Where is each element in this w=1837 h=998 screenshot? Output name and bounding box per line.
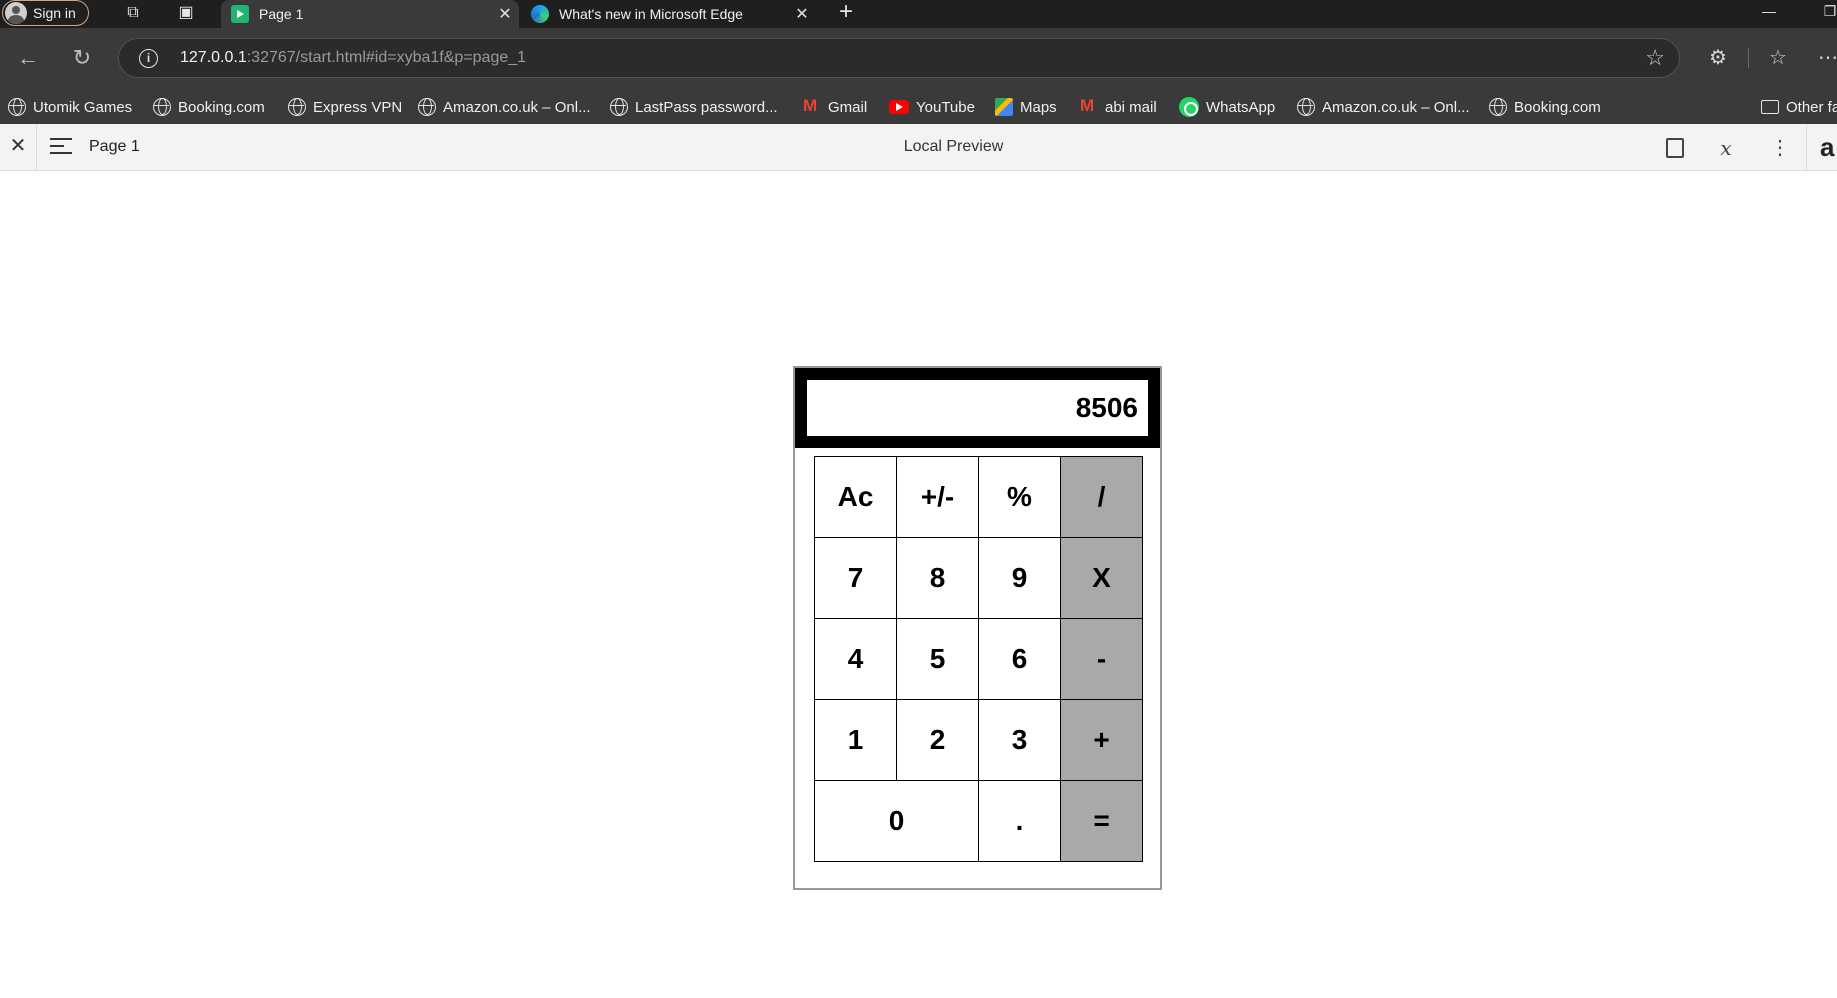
digit-7-button[interactable]: 7: [815, 538, 897, 619]
extensions-icon[interactable]: ⚙: [1702, 42, 1734, 74]
back-arrow-icon[interactable]: ←: [12, 42, 44, 74]
calculator: 8506 Ac +/- % / 7 8 9 X 4 5 6 - 1 2 3 + …: [793, 366, 1162, 890]
edge-logo-icon: [531, 5, 549, 23]
bookmark-label: Utomik Games: [33, 98, 133, 116]
bookmark-item[interactable]: Utomik Games: [8, 97, 132, 117]
bookmarks-bar: Utomik Games Booking.com Express VPN Ama…: [0, 90, 1837, 124]
toolbar-separator: [1748, 48, 1749, 68]
digit-6-button[interactable]: 6: [979, 619, 1061, 700]
avatar-icon: [5, 2, 27, 24]
calculator-display: 8506: [807, 380, 1148, 436]
bookmark-item[interactable]: Booking.com: [1489, 97, 1601, 117]
calculator-screen-frame: 8506: [795, 368, 1160, 448]
minimize-icon[interactable]: —: [1749, 0, 1789, 28]
bookmark-item[interactable]: Booking.com: [153, 97, 265, 117]
sign-in-button[interactable]: Sign in: [2, 0, 89, 26]
bookmark-label: Amazon.co.uk – Onl...: [1322, 98, 1470, 116]
sign-in-label: Sign in: [33, 5, 76, 21]
equals-button[interactable]: =: [1061, 781, 1143, 862]
bookmark-label: Express VPN: [313, 98, 403, 116]
preview-header: ✕ Page 1 Local Preview x ⋮ a: [0, 124, 1837, 171]
page-favicon-icon: [231, 5, 249, 23]
browser-toolbar: ← ↻ i 127.0.0.1:32767/start.html#id=xyba…: [0, 28, 1837, 90]
favorites-icon[interactable]: ☆: [1762, 42, 1794, 74]
bookmark-item[interactable]: abi mail: [1080, 96, 1157, 117]
bookmark-label: LastPass password...: [635, 98, 778, 116]
tab-strip: Sign in ⧉ ▣ Page 1 ✕ What's new in Micro…: [0, 0, 1837, 28]
maps-icon: [995, 98, 1013, 116]
gmail-icon: [1080, 96, 1098, 116]
bookmark-item[interactable]: Maps: [995, 97, 1057, 117]
favorite-star-icon[interactable]: ☆: [1645, 45, 1665, 71]
more-options-icon[interactable]: ⋮: [1768, 136, 1792, 160]
digit-1-button[interactable]: 1: [815, 700, 897, 781]
panel-divider: [1806, 124, 1807, 171]
formula-icon[interactable]: x: [1714, 136, 1738, 160]
plus-button[interactable]: +: [1061, 700, 1143, 781]
globe-icon: [8, 98, 26, 116]
bookmark-label: Booking.com: [178, 98, 265, 116]
digit-3-button[interactable]: 3: [979, 700, 1061, 781]
tab-whats-new[interactable]: What's new in Microsoft Edge ✕: [521, 0, 816, 28]
globe-icon: [1297, 98, 1315, 116]
tab-page-1[interactable]: Page 1 ✕: [221, 0, 519, 28]
bookmark-label: Amazon.co.uk – Onl...: [443, 98, 591, 116]
more-menu-icon[interactable]: ⋯: [1812, 42, 1837, 74]
bookmark-item[interactable]: Gmail: [803, 96, 868, 117]
bookmark-item[interactable]: YouTube: [889, 97, 975, 117]
tab-title: Page 1: [259, 6, 304, 22]
digit-9-button[interactable]: 9: [979, 538, 1061, 619]
divide-button[interactable]: /: [1061, 457, 1143, 538]
decimal-button[interactable]: .: [979, 781, 1061, 862]
workspaces-icon[interactable]: ⧉: [122, 2, 144, 24]
digit-0-button[interactable]: 0: [815, 781, 979, 862]
ac-button[interactable]: Ac: [815, 457, 897, 538]
document-icon[interactable]: [1666, 138, 1684, 158]
bookmark-label: YouTube: [916, 98, 975, 116]
gmail-icon: [803, 96, 821, 116]
maximize-icon[interactable]: ❐: [1810, 0, 1837, 28]
bookmark-item[interactable]: LastPass password...: [610, 97, 778, 117]
digit-2-button[interactable]: 2: [897, 700, 979, 781]
bookmark-item[interactable]: Amazon.co.uk – Onl...: [418, 97, 591, 117]
bookmark-label: WhatsApp: [1206, 98, 1276, 116]
new-tab-icon[interactable]: +: [832, 0, 860, 28]
bookmark-item[interactable]: Express VPN: [288, 97, 402, 117]
globe-icon: [1489, 98, 1507, 116]
digit-5-button[interactable]: 5: [897, 619, 979, 700]
youtube-icon: [889, 100, 909, 114]
tab-title: What's new in Microsoft Edge: [559, 6, 743, 22]
other-favorites[interactable]: Other fa: [1761, 97, 1837, 117]
whatsapp-icon: [1179, 97, 1199, 117]
close-tab-icon[interactable]: ✕: [788, 4, 816, 24]
globe-icon: [153, 98, 171, 116]
site-info-icon[interactable]: i: [139, 49, 158, 68]
bookmark-label: Gmail: [828, 98, 868, 116]
bookmark-label: Maps: [1020, 98, 1057, 116]
bookmark-label: Booking.com: [1514, 98, 1601, 116]
globe-icon: [610, 98, 628, 116]
url-text[interactable]: 127.0.0.1:32767/start.html#id=xyba1f&p=p…: [180, 49, 526, 67]
panel-letter-icon[interactable]: a: [1820, 132, 1834, 163]
folder-icon: [1761, 100, 1779, 114]
refresh-icon[interactable]: ↻: [66, 42, 98, 74]
digit-8-button[interactable]: 8: [897, 538, 979, 619]
calculator-keypad: Ac +/- % / 7 8 9 X 4 5 6 - 1 2 3 + 0 . =: [814, 456, 1143, 862]
other-favorites-label: Other fa: [1786, 98, 1837, 116]
globe-icon: [418, 98, 436, 116]
digit-4-button[interactable]: 4: [815, 619, 897, 700]
vertical-tabs-icon[interactable]: ▣: [175, 2, 197, 24]
percent-button[interactable]: %: [979, 457, 1061, 538]
sign-toggle-button[interactable]: +/-: [897, 457, 979, 538]
bookmark-item[interactable]: Amazon.co.uk – Onl...: [1297, 97, 1470, 117]
minus-button[interactable]: -: [1061, 619, 1143, 700]
bookmark-label: abi mail: [1105, 98, 1157, 116]
multiply-button[interactable]: X: [1061, 538, 1143, 619]
bookmark-item[interactable]: WhatsApp: [1179, 97, 1275, 117]
close-tab-icon[interactable]: ✕: [491, 4, 519, 24]
preview-title: Local Preview: [903, 138, 1004, 155]
address-bar[interactable]: i 127.0.0.1:32767/start.html#id=xyba1f&p…: [118, 38, 1680, 78]
globe-icon: [288, 98, 306, 116]
